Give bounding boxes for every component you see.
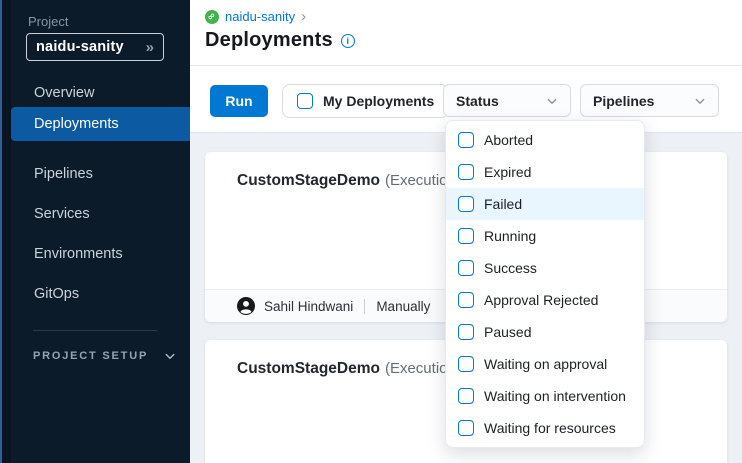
- menu-item-label: Running: [484, 228, 536, 244]
- avatar-icon: [237, 297, 255, 315]
- breadcrumb: ∞ naidu-sanity ›: [205, 9, 306, 24]
- status-filter-label: Status: [456, 93, 499, 109]
- menu-item-checkbox[interactable]: [458, 164, 474, 180]
- menu-item-expired[interactable]: Expired: [446, 156, 644, 188]
- menu-item-checkbox[interactable]: [458, 356, 474, 372]
- menu-item-checkbox[interactable]: [458, 388, 474, 404]
- info-icon[interactable]: i: [341, 34, 355, 48]
- menu-item-label: Success: [484, 260, 537, 276]
- menu-item-label: Failed: [484, 196, 522, 212]
- sidebar-item-overview[interactable]: Overview: [0, 77, 190, 109]
- menu-item-aborted[interactable]: Aborted: [446, 124, 644, 156]
- double-chevron-right-icon[interactable]: »: [146, 40, 154, 55]
- sidebar-item-label: Environments: [34, 246, 123, 262]
- pipelines-filter-label: Pipelines: [593, 93, 654, 109]
- sidebar-item-label: GitOps: [34, 286, 79, 302]
- menu-item-label: Waiting for resources: [484, 420, 616, 436]
- page-title: Deployments: [205, 29, 333, 52]
- deployment-title: CustomStageDemo(Execution Id: [237, 360, 473, 378]
- sidebar-item-label: Overview: [34, 85, 94, 101]
- menu-item-running[interactable]: Running: [446, 220, 644, 252]
- menu-item-checkbox[interactable]: [458, 292, 474, 308]
- project-sidebar: Project naidu-sanity » Overview Deployme…: [0, 0, 190, 463]
- sidebar-item-label: Deployments: [34, 116, 119, 132]
- status-filter-dropdown[interactable]: Status: [443, 84, 571, 117]
- menu-item-label: Waiting on approval: [484, 356, 607, 372]
- status-filter-menu: Aborted Expired Failed Running Success A…: [445, 120, 645, 448]
- menu-item-checkbox[interactable]: [458, 420, 474, 436]
- menu-item-label: Approval Rejected: [484, 292, 598, 308]
- menu-item-checkbox[interactable]: [458, 132, 474, 148]
- project-label: Project: [28, 14, 68, 29]
- sidebar-item-label: Services: [34, 206, 90, 222]
- run-button[interactable]: Run: [210, 85, 268, 117]
- sidebar-item-environments[interactable]: Environments: [0, 238, 190, 270]
- sidebar-item-deployments[interactable]: Deployments: [11, 107, 190, 141]
- footer-divider: [364, 299, 365, 314]
- menu-item-waiting-for-resources[interactable]: Waiting for resources: [446, 412, 644, 444]
- sidebar-item-services[interactable]: Services: [0, 198, 190, 230]
- project-setup-label: PROJECT SETUP: [33, 350, 148, 362]
- chevron-down-icon: [694, 95, 706, 107]
- deployment-author: Sahil Hindwani: [264, 299, 353, 314]
- title-row: Deployments i: [205, 29, 355, 52]
- app-root: Project naidu-sanity » Overview Deployme…: [0, 0, 742, 463]
- menu-item-checkbox[interactable]: [458, 260, 474, 276]
- menu-item-checkbox[interactable]: [458, 196, 474, 212]
- deployment-trigger-type: Manually: [376, 299, 430, 314]
- menu-item-failed[interactable]: Failed: [446, 188, 644, 220]
- menu-item-approval-rejected[interactable]: Approval Rejected: [446, 284, 644, 316]
- my-deployments-label: My Deployments: [323, 93, 434, 109]
- project-name: naidu-sanity: [36, 39, 124, 55]
- sidebar-item-label: Pipelines: [34, 166, 93, 182]
- project-selector[interactable]: naidu-sanity »: [26, 33, 164, 61]
- page-header: ∞ naidu-sanity › Deployments i: [190, 0, 742, 66]
- chevron-down-icon: [164, 350, 176, 362]
- module-nav-strip: [2, 0, 11, 463]
- breadcrumb-project-link[interactable]: naidu-sanity: [225, 9, 295, 24]
- menu-item-label: Paused: [484, 324, 531, 340]
- menu-item-success[interactable]: Success: [446, 252, 644, 284]
- pipeline-name[interactable]: CustomStageDemo: [237, 360, 380, 377]
- menu-item-label: Waiting on intervention: [484, 388, 626, 404]
- menu-item-label: Aborted: [484, 132, 533, 148]
- cd-module-icon: ∞: [202, 7, 222, 27]
- menu-item-checkbox[interactable]: [458, 228, 474, 244]
- project-setup-section-toggle[interactable]: PROJECT SETUP: [33, 350, 176, 362]
- pipeline-name[interactable]: CustomStageDemo: [237, 172, 380, 189]
- my-deployments-checkbox[interactable]: [297, 93, 313, 109]
- sidebar-item-gitops[interactable]: GitOps: [0, 278, 190, 310]
- chevron-right-icon: ›: [301, 9, 306, 24]
- sidebar-item-pipelines[interactable]: Pipelines: [0, 158, 190, 190]
- menu-item-label: Expired: [484, 164, 531, 180]
- deployment-title: CustomStageDemo(Execution Id: [237, 172, 473, 190]
- menu-item-paused[interactable]: Paused: [446, 316, 644, 348]
- pipelines-filter-dropdown[interactable]: Pipelines: [580, 84, 719, 117]
- sidebar-divider: [33, 330, 157, 331]
- chevron-down-icon: [546, 95, 558, 107]
- my-deployments-toggle[interactable]: My Deployments: [282, 84, 449, 118]
- menu-item-waiting-on-intervention[interactable]: Waiting on intervention: [446, 380, 644, 412]
- menu-item-waiting-on-approval[interactable]: Waiting on approval: [446, 348, 644, 380]
- menu-item-checkbox[interactable]: [458, 324, 474, 340]
